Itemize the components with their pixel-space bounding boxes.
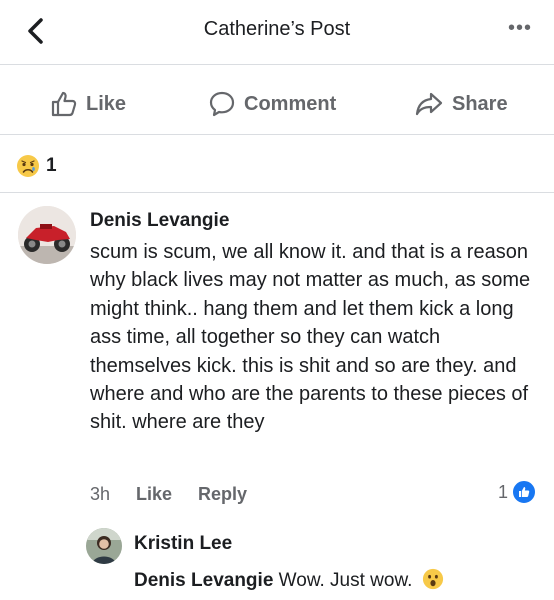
more-options-button[interactable]: •••: [508, 18, 532, 38]
comment-reply-link[interactable]: Reply: [198, 484, 247, 505]
reply-avatar[interactable]: [86, 528, 122, 564]
reply-text-line: Denis Levangie Wow. Just wow.: [134, 568, 444, 592]
share-arrow-icon: [415, 92, 443, 116]
surprised-face-icon: [422, 568, 443, 590]
like-count-number: 1: [497, 481, 508, 502]
reply-author[interactable]: Kristin Lee: [134, 533, 232, 555]
sad-face-icon: [17, 155, 39, 177]
comment-author[interactable]: Denis Levangie: [90, 210, 229, 232]
reply-mention[interactable]: Denis Levangie: [134, 570, 273, 591]
motorcycle-avatar-image: [18, 206, 76, 264]
share-button-label: Share: [452, 92, 508, 115]
post-header: Catherine’s Post •••: [0, 0, 554, 65]
reaction-count: 1: [46, 155, 57, 176]
post-action-bar: Like Comment Share: [0, 76, 554, 135]
comment-button[interactable]: Comment: [208, 90, 336, 118]
share-button[interactable]: Share: [414, 90, 508, 118]
page-title: Catherine’s Post: [203, 18, 351, 40]
comment-timestamp: 3h: [90, 484, 111, 504]
comment-bubble-icon: [209, 91, 235, 117]
person-avatar-image: [86, 528, 122, 564]
thumbs-up-icon: [51, 91, 77, 117]
like-button-label: Like: [86, 92, 127, 115]
comment-button-label: Comment: [244, 92, 337, 115]
comment-text: scum is scum, we all know it. and that i…: [90, 241, 531, 434]
reaction-summary[interactable]: 1: [16, 154, 57, 178]
reply-text: Wow. Just wow.: [278, 570, 413, 591]
like-button[interactable]: Like: [50, 90, 126, 118]
comment-like-link[interactable]: Like: [136, 484, 172, 505]
divider: [0, 192, 554, 193]
like-reaction-icon: [512, 480, 536, 504]
avatar[interactable]: [18, 206, 76, 264]
comment-like-count[interactable]: 1: [498, 480, 536, 504]
